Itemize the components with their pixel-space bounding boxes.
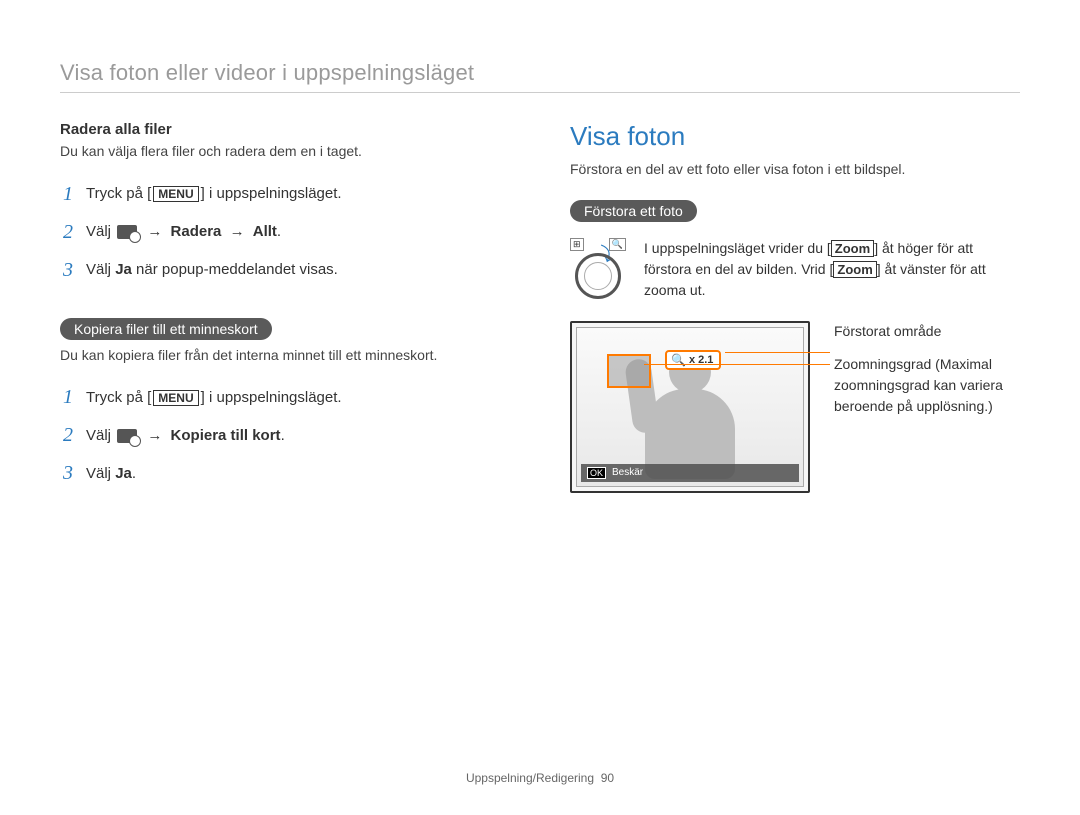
zoom-instruction-text: I uppspelningsläget vrider du [Zoom] åt … bbox=[644, 238, 1020, 301]
leader-line bbox=[644, 364, 830, 365]
right-column: Visa foton Förstora en del av ett foto e… bbox=[570, 121, 1020, 515]
arrow-icon: → bbox=[147, 223, 162, 240]
leader-line bbox=[725, 352, 830, 353]
dial-left-icon: ⊞ bbox=[570, 238, 584, 251]
delete-all-desc: Du kan välja flera filer och radera dem … bbox=[60, 142, 510, 162]
camera-screen: 🔍 x 2.1 OK Beskär bbox=[570, 321, 810, 493]
step-number: 1 bbox=[60, 176, 76, 212]
step-number: 2 bbox=[60, 417, 76, 453]
bold-text: Kopiera till kort bbox=[171, 427, 281, 444]
menu-button-label: MENU bbox=[153, 186, 198, 202]
section-title: Visa foton bbox=[570, 121, 1020, 152]
step-text: Välj Ja. bbox=[86, 460, 136, 487]
text: . bbox=[132, 465, 136, 482]
text: när popup-meddelandet visas. bbox=[132, 261, 338, 278]
step-number: 2 bbox=[60, 214, 76, 250]
bold-text: Ja bbox=[115, 261, 132, 278]
text: Välj bbox=[86, 465, 115, 482]
content-columns: Radera alla filer Du kan välja flera fil… bbox=[60, 121, 1020, 515]
text: Tryck på [ bbox=[86, 389, 151, 406]
magnify-pill: Förstora ett foto bbox=[570, 200, 697, 222]
figure-row: 🔍 x 2.1 OK Beskär Förstorat område Zoomn… bbox=[570, 321, 1020, 493]
screen-inner: 🔍 x 2.1 OK Beskär bbox=[576, 327, 804, 487]
trim-label: Beskär bbox=[612, 467, 643, 478]
bold-text: Radera bbox=[171, 223, 222, 240]
left-column: Radera alla filer Du kan välja flera fil… bbox=[60, 121, 510, 515]
delete-step-2: 2 Välj → Radera → Allt. bbox=[60, 214, 510, 250]
step-number: 3 bbox=[60, 455, 76, 491]
zoom-badge: 🔍 x 2.1 bbox=[665, 350, 721, 370]
header-title: Visa foton eller videor i uppspelningslä… bbox=[60, 60, 474, 85]
copy-step-1: 1 Tryck på [MENU] i uppspelningsläget. bbox=[60, 379, 510, 415]
copy-files-pill: Kopiera filer till ett minneskort bbox=[60, 318, 272, 340]
text: ] i uppspelningsläget. bbox=[201, 185, 342, 202]
step-number: 1 bbox=[60, 379, 76, 415]
arrow-icon: → bbox=[230, 223, 245, 240]
card-tools-icon bbox=[117, 225, 137, 239]
text: Välj bbox=[86, 261, 115, 278]
copy-steps: 1 Tryck på [MENU] i uppspelningsläget. 2… bbox=[60, 379, 510, 491]
bold-text: Allt bbox=[253, 223, 277, 240]
zoom-label-box: Zoom bbox=[831, 240, 874, 257]
callout-zoom: Zoomningsgrad (Maximal zoomningsgrad kan… bbox=[834, 354, 1020, 417]
delete-step-1: 1 Tryck på [MENU] i uppspelningsläget. bbox=[60, 176, 510, 212]
step-text: Tryck på [MENU] i uppspelningsläget. bbox=[86, 384, 342, 411]
copy-step-2: 2 Välj → Kopiera till kort. bbox=[60, 417, 510, 453]
camera-screen-figure: 🔍 x 2.1 OK Beskär bbox=[570, 321, 810, 493]
card-tools-icon bbox=[117, 429, 137, 443]
callout-area: Förstorat område bbox=[834, 321, 1020, 342]
text: . bbox=[281, 427, 285, 444]
footer-section: Uppspelning/Redigering bbox=[466, 771, 594, 785]
page-footer: Uppspelning/Redigering 90 bbox=[0, 771, 1080, 785]
screen-bottom-bar: OK Beskär bbox=[581, 464, 799, 482]
step-text: Välj Ja när popup-meddelandet visas. bbox=[86, 256, 338, 283]
ok-button-label: OK bbox=[587, 467, 606, 479]
copy-step-3: 3 Välj Ja. bbox=[60, 455, 510, 491]
step-text: Tryck på [MENU] i uppspelningsläget. bbox=[86, 180, 342, 207]
footer-page-number: 90 bbox=[601, 771, 614, 785]
dial-ring bbox=[575, 253, 621, 299]
text: Välj bbox=[86, 223, 115, 240]
step-text: Välj → Kopiera till kort. bbox=[86, 422, 285, 449]
arrow-icon: → bbox=[147, 427, 162, 444]
bold-text: Ja bbox=[115, 465, 132, 482]
text: Välj bbox=[86, 427, 115, 444]
step-number: 3 bbox=[60, 252, 76, 288]
section-intro: Förstora en del av ett foto eller visa f… bbox=[570, 160, 1020, 180]
text: Tryck på [ bbox=[86, 185, 151, 202]
zoom-label-box: Zoom bbox=[833, 261, 876, 278]
zoom-dial-illustration: ⊞ 🔍 ⤵ bbox=[570, 238, 626, 299]
text: . bbox=[277, 223, 281, 240]
zoom-instruction-row: ⊞ 🔍 ⤵ I uppspelningsläget vrider du [Zoo… bbox=[570, 238, 1020, 301]
page-header: Visa foton eller videor i uppspelningslä… bbox=[60, 60, 1020, 93]
zoom-area-rect bbox=[607, 354, 651, 388]
copy-desc: Du kan kopiera filer från det interna mi… bbox=[60, 346, 510, 366]
menu-button-label: MENU bbox=[153, 390, 198, 406]
delete-steps: 1 Tryck på [MENU] i uppspelningsläget. 2… bbox=[60, 176, 510, 288]
figure-callouts: Förstorat område Zoomningsgrad (Maximal … bbox=[834, 321, 1020, 429]
delete-step-3: 3 Välj Ja när popup-meddelandet visas. bbox=[60, 252, 510, 288]
delete-all-heading: Radera alla filer bbox=[60, 121, 510, 138]
text: I uppspelningsläget vrider du [ bbox=[644, 240, 831, 256]
text: ] i uppspelningsläget. bbox=[201, 389, 342, 406]
step-text: Välj → Radera → Allt. bbox=[86, 218, 281, 245]
